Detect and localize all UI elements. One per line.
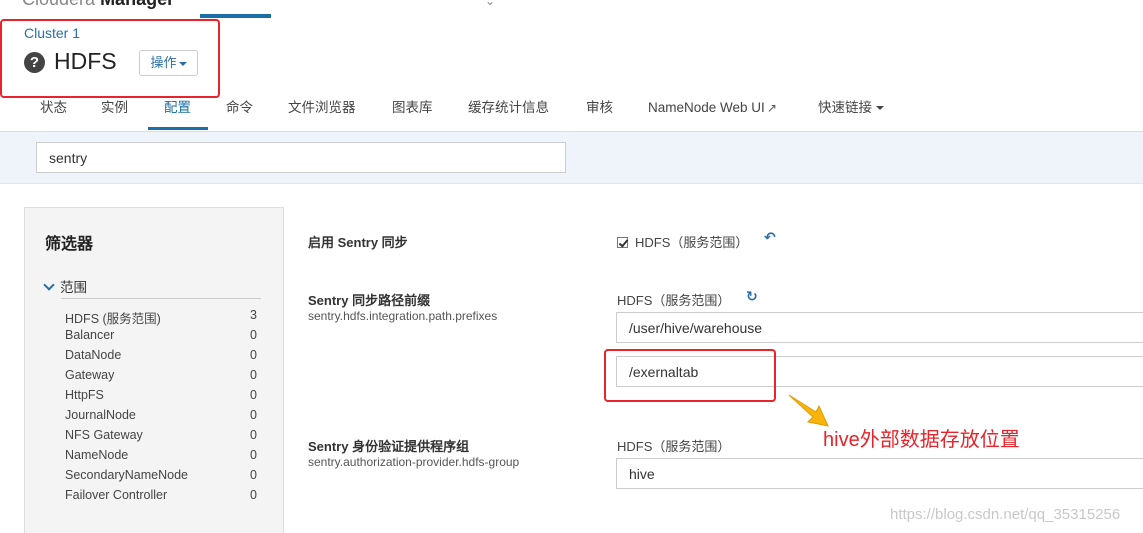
config-search-bar	[0, 132, 1143, 184]
filter-panel: 筛选器 范围 HDFS (服务范围) 3 Balancer 0 DataNode 0 …	[24, 207, 284, 533]
annotation-highlight-box	[604, 349, 776, 402]
scope-filter-item[interactable]: NameNode 0	[65, 448, 261, 468]
scope-filter-item[interactable]: JournalNode 0	[65, 408, 261, 428]
annotation-highlight-box	[0, 19, 220, 98]
scope-item-name: HDFS (服务范围)	[65, 312, 161, 326]
tab-label: 审核	[586, 100, 613, 115]
scope-filter-item[interactable]: HttpFS 0	[65, 388, 261, 408]
path-prefix-input-1[interactable]	[616, 312, 1143, 343]
scope-item-count: 0	[250, 428, 257, 442]
tab-status[interactable]: 状态	[40, 96, 67, 130]
filter-title: 筛选器	[45, 236, 94, 253]
tab-label: 配置	[164, 100, 191, 115]
tab-label: 图表库	[392, 100, 433, 115]
scope-item-count: 0	[250, 368, 257, 382]
tab-label: NameNode Web UI	[648, 100, 765, 115]
scope-item-name: HttpFS	[65, 388, 104, 402]
setting-label-sentry-sync: 启用 Sentry 同步	[308, 235, 408, 250]
setting-key-provider-group: sentry.authorization-provider.hdfs-group	[308, 455, 520, 469]
annotation-text: hive外部数据存放位置	[823, 429, 1020, 451]
reset-to-default-icon[interactable]: ↻	[746, 288, 758, 305]
caret-down-icon	[876, 106, 884, 111]
sentry-sync-scope[interactable]: HDFS（服务范围）	[617, 232, 748, 251]
provider-group-scope-label: HDFS（服务范围）	[617, 439, 731, 454]
scope-item-name: SecondaryNameNode	[65, 468, 188, 482]
scope-filter-item[interactable]: Failover Controller 0	[65, 488, 261, 508]
chevron-down-icon	[43, 279, 55, 291]
watermark: https://blog.csdn.net/qq_35315256	[890, 506, 1121, 523]
setting-label-provider-group: Sentry 身份验证提供程序组	[308, 439, 470, 454]
tab-quick-links[interactable]: 快速链接	[818, 96, 884, 130]
brand-name-bold: Manager	[100, 0, 174, 9]
tab-cache-statistics[interactable]: 缓存统计信息	[468, 96, 549, 130]
scope-item-name: NameNode	[65, 448, 129, 462]
setting-label-path-prefixes: Sentry 同步路径前缀	[308, 293, 431, 308]
divider	[61, 298, 261, 299]
scope-item-count: 0	[250, 348, 257, 362]
tab-audits[interactable]: 审核	[586, 96, 613, 130]
scope-filter-item[interactable]: NFS Gateway 0	[65, 428, 261, 448]
sentry-sync-checkbox[interactable]	[617, 237, 628, 248]
scope-filter-item[interactable]: SecondaryNameNode 0	[65, 468, 261, 488]
tab-instances[interactable]: 实例	[101, 96, 128, 130]
tab-label: 文件浏览器	[288, 100, 356, 115]
scope-filter-label: 范围	[60, 280, 87, 295]
tab-label: 快速链接	[818, 100, 872, 115]
tab-commands[interactable]: 命令	[226, 96, 253, 130]
scope-item-count: 0	[250, 328, 257, 342]
scope-item-count: 0	[250, 488, 257, 502]
scope-item-count: 0	[250, 448, 257, 462]
scope-item-name: Gateway	[65, 368, 115, 382]
tab-label: 缓存统计信息	[468, 100, 549, 115]
scope-item-name: JournalNode	[65, 408, 136, 422]
tab-label: 命令	[226, 100, 253, 115]
path-prefixes-scope-label: HDFS（服务范围）	[617, 293, 731, 308]
active-tab-indicator	[148, 127, 208, 130]
scope-item-name: Balancer	[65, 328, 115, 342]
scope-item-name: DataNode	[65, 348, 122, 362]
scope-filter-toggle[interactable]: 范围	[43, 276, 87, 296]
brand-logo[interactable]: Cloudera Manager	[22, 0, 174, 10]
config-search-input[interactable]	[36, 142, 566, 173]
scope-filter-list: HDFS (服务范围) 3 Balancer 0 DataNode 0 Gateway…	[65, 308, 261, 508]
tab-label: 实例	[101, 100, 128, 115]
scope-item-name: Failover Controller	[65, 488, 168, 502]
tab-namenode-web-ui[interactable]: NameNode Web UI ↗	[648, 96, 777, 130]
scope-item-count: 0	[250, 468, 257, 482]
scope-filter-item[interactable]: HDFS (服务范围) 3	[65, 308, 261, 328]
tab-label: 状态	[40, 100, 67, 115]
external-link-icon: ↗	[766, 101, 777, 115]
scope-item-count: 0	[250, 408, 257, 422]
tab-chart-library[interactable]: 图表库	[392, 96, 433, 130]
scope-item-count: 3	[250, 308, 257, 322]
scope-item-name: NFS Gateway	[65, 428, 143, 442]
provider-group-input[interactable]	[616, 458, 1143, 489]
scope-filter-item[interactable]: Balancer 0	[65, 328, 261, 348]
setting-key-path-prefixes: sentry.hdfs.integration.path.prefixes	[308, 309, 498, 323]
brand-name-light: Cloudera	[22, 0, 95, 9]
chevron-down-icon[interactable]: ⌄	[485, 0, 495, 8]
tab-configuration[interactable]: 配置	[164, 96, 191, 130]
sentry-sync-scope-label: HDFS（服务范围）	[635, 235, 749, 250]
scope-filter-item[interactable]: Gateway 0	[65, 368, 261, 388]
scope-item-count: 0	[250, 388, 257, 402]
scope-filter-item[interactable]: DataNode 0	[65, 348, 261, 368]
top-navbar: Cloudera Manager ⌄	[0, 0, 1143, 20]
tab-file-browser[interactable]: 文件浏览器	[288, 96, 356, 130]
top-nav-active-indicator	[200, 14, 271, 18]
undo-icon[interactable]: ↶	[764, 229, 776, 246]
